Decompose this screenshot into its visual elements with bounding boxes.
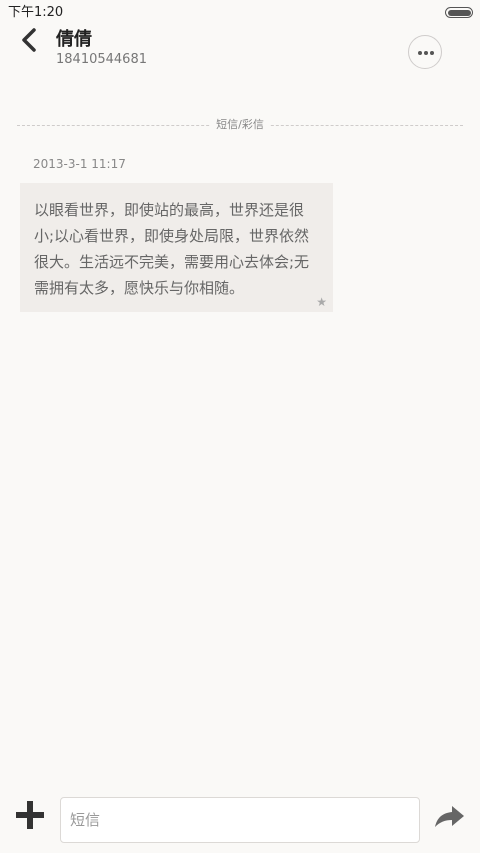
more-options-button[interactable] — [408, 35, 442, 69]
message-text: 以眼看世界，即使站的最高，世界还是很小;以心看世界，即使身处局限，世界依然很大。… — [34, 201, 310, 297]
chevron-left-icon — [22, 28, 36, 52]
message-type-divider: 短信/彩信 — [17, 117, 463, 133]
compose-bar — [0, 787, 480, 853]
status-bar: 下午1:20 — [0, 0, 480, 26]
battery-icon — [445, 7, 473, 18]
send-button[interactable] — [432, 803, 468, 833]
back-button[interactable] — [14, 26, 48, 56]
message-bubble[interactable]: 以眼看世界，即使站的最高，世界还是很小;以心看世界，即使身处局限，世界依然很大。… — [20, 183, 333, 312]
add-attachment-button[interactable] — [14, 800, 46, 832]
message-timestamp: 2013-3-1 11:17 — [33, 157, 126, 171]
message-input[interactable] — [60, 797, 420, 843]
divider-label: 短信/彩信 — [210, 117, 270, 133]
battery-fill — [447, 9, 471, 16]
conversation-header: 倩倩 18410544681 — [0, 26, 480, 86]
contact-name: 倩倩 — [56, 29, 92, 50]
more-horizontal-icon — [418, 51, 422, 55]
star-icon: ★ — [316, 295, 327, 309]
send-arrow-icon — [435, 806, 464, 827]
contact-phone-number: 18410544681 — [56, 52, 147, 67]
status-time: 下午1:20 — [8, 5, 64, 20]
more-dot — [430, 51, 434, 55]
plus-icon-vertical — [27, 801, 33, 829]
more-dot — [424, 51, 428, 55]
